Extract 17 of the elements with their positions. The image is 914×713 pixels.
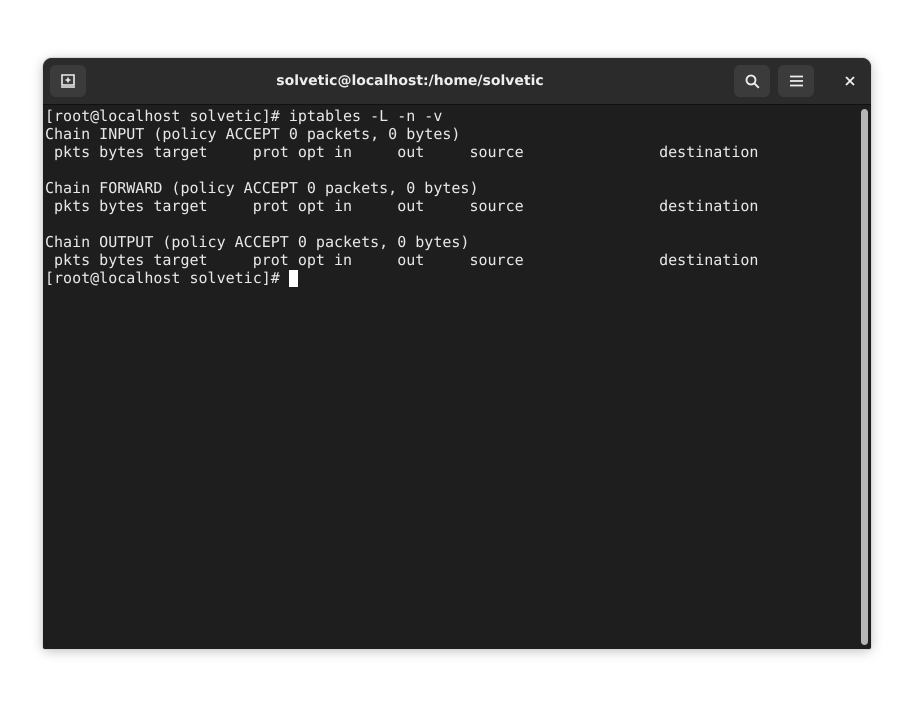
terminal-line: pkts bytes target prot opt in out source destination — [53, 251, 758, 269]
window-title: solvetic@localhost:/home/solvetic — [275, 73, 545, 89]
terminal-line: pkts bytes target prot opt in out source destination — [53, 143, 758, 161]
terminal-line: Chain FORWARD (policy ACCEPT 0 packets, 0 bytes) — [45, 179, 478, 197]
terminal-line: Chain OUTPUT (policy ACCEPT 0 packets, 0 bytes) — [45, 233, 470, 251]
terminal-prompt: [root@localhost solvetic]# — [45, 269, 281, 287]
search-icon — [744, 74, 760, 88]
terminal-line: pkts bytes target prot opt in out source destination — [53, 197, 758, 215]
menu-icon — [790, 75, 802, 87]
menu-button[interactable] — [778, 65, 814, 97]
close-icon — [845, 76, 855, 86]
terminal-line: Chain INPUT (policy ACCEPT 0 packets, 0 bytes) — [45, 125, 460, 143]
search-button[interactable] — [734, 65, 770, 97]
scrollbar-thumb[interactable] — [861, 109, 868, 645]
terminal-line: [root@localhost solvetic]# iptables -L -n -v — [45, 107, 442, 125]
new-tab-icon — [60, 73, 76, 89]
new-tab-button[interactable] — [50, 65, 86, 97]
